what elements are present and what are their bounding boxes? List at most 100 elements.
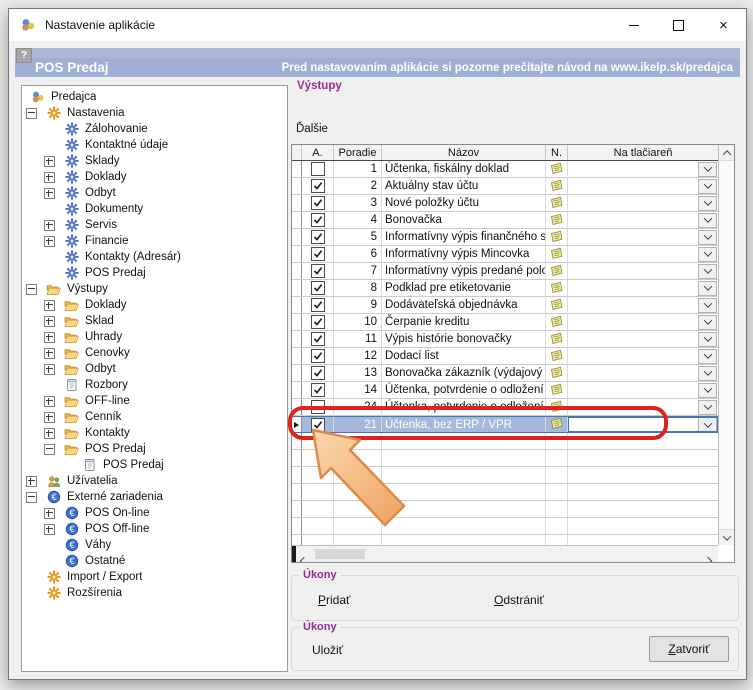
table-row[interactable]: 14Účtenka, potvrdenie o odložení [292,382,718,399]
tree-item[interactable]: €POS Off-line [22,521,287,537]
row-checkbox[interactable] [311,332,325,346]
expand-plus-icon[interactable] [44,508,55,519]
column-header-note[interactable]: N. [546,145,568,160]
tree-item[interactable]: Rozšírenia [22,585,287,601]
expand-plus-icon[interactable] [44,220,55,231]
scroll-up-button[interactable] [719,145,734,161]
collapse-minus-icon[interactable] [26,108,37,119]
tree-item[interactable]: Predajca [22,89,287,105]
tree-item[interactable]: Odbyt [22,361,287,377]
tree-item[interactable]: Financie [22,233,287,249]
horizontal-scroll-thumb[interactable] [315,549,365,559]
printer-dropdown-button[interactable] [698,298,717,313]
row-checkbox[interactable] [311,196,325,210]
tree-item[interactable]: Sklady [22,153,287,169]
expand-plus-icon[interactable] [44,316,55,327]
table-row[interactable]: 3Nové položky účtu [292,195,718,212]
tree-item[interactable]: Kontakty (Adresár) [22,249,287,265]
table-row[interactable]: 8Podklad pre etiketovanie [292,280,718,297]
row-checkbox[interactable] [311,281,325,295]
table-row[interactable]: 12Dodací list [292,348,718,365]
row-checkbox[interactable] [311,315,325,329]
printer-dropdown-button[interactable] [698,196,717,211]
expand-plus-icon[interactable] [44,332,55,343]
table-row[interactable]: 21Účtenka, bez ERP / VPR [292,416,718,433]
column-header-order[interactable]: Poradie [334,145,382,160]
collapse-minus-icon[interactable] [26,492,37,503]
printer-dropdown-button[interactable] [698,281,717,296]
collapse-minus-icon[interactable] [26,284,37,295]
tree-item[interactable]: Sklad [22,313,287,329]
tree-item[interactable]: Nastavenia [22,105,287,121]
table-row[interactable]: 2Aktuálny stav účtu [292,178,718,195]
expand-plus-icon[interactable] [44,188,55,199]
printer-dropdown-button[interactable] [698,230,717,245]
column-header-active[interactable]: A. [302,145,334,160]
expand-plus-icon[interactable] [44,300,55,311]
row-checkbox[interactable] [311,213,325,227]
vertical-scrollbar[interactable] [718,145,734,545]
tree-item[interactable]: Doklady [22,169,287,185]
scroll-down-button[interactable] [719,529,734,545]
tree-item[interactable]: Doklady [22,297,287,313]
tree-item[interactable]: Kontaktné údaje [22,137,287,153]
tree-item[interactable]: POS Predaj [22,265,287,281]
column-header-printer[interactable]: Na tlačiareň [568,145,718,160]
expand-plus-icon[interactable] [44,396,55,407]
tree-item[interactable]: Dokumenty [22,201,287,217]
table-row[interactable]: 1Účtenka, fiskálny doklad [292,161,718,178]
expand-plus-icon[interactable] [44,412,55,423]
printer-dropdown-button[interactable] [698,349,717,364]
collapse-minus-icon[interactable] [44,444,55,455]
tree-item[interactable]: €POS On-line [22,505,287,521]
tree-item[interactable]: Užívatelia [22,473,287,489]
row-checkbox[interactable] [311,298,325,312]
help-button[interactable]: ? [16,48,32,63]
table-row[interactable]: 24Účtenka, potvrdenie o odložení - r [292,399,718,416]
expand-plus-icon[interactable] [44,428,55,439]
printer-dropdown-button[interactable] [698,383,717,398]
printer-dropdown-button[interactable] [698,417,717,432]
table-row[interactable]: 6Informatívny výpis Mincovka [292,246,718,263]
printer-dropdown-button[interactable] [698,332,717,347]
tree-item[interactable]: Import / Export [22,569,287,585]
column-header-name[interactable]: Názov [382,145,546,160]
row-checkbox[interactable] [311,264,325,278]
row-checkbox[interactable] [311,230,325,244]
expand-plus-icon[interactable] [26,476,37,487]
minimize-button[interactable] [611,9,656,41]
close-dialog-button[interactable]: Zatvoriť [649,636,729,662]
row-checkbox[interactable] [311,179,325,193]
expand-plus-icon[interactable] [44,364,55,375]
table-row[interactable]: 7Informatívny výpis predané položk [292,263,718,280]
printer-dropdown-button[interactable] [698,366,717,381]
table-row[interactable]: 5Informatívny výpis finančného sta [292,229,718,246]
tree-item[interactable]: Zálohovanie [22,121,287,137]
expand-plus-icon[interactable] [44,172,55,183]
expand-plus-icon[interactable] [44,348,55,359]
tree-item[interactable]: €Váhy [22,537,287,553]
remove-button[interactable]: Odstrániť [494,593,544,607]
expand-plus-icon[interactable] [44,156,55,167]
table-row[interactable]: 9Dodávateľská objednávka [292,297,718,314]
save-button[interactable]: Uložiť [312,643,343,657]
tree-item[interactable]: Kontakty [22,425,287,441]
expand-plus-icon[interactable] [44,524,55,535]
row-checkbox[interactable] [311,400,325,414]
tree-item[interactable]: POS Predaj [22,441,287,457]
row-checkbox[interactable] [311,366,325,380]
tree-item[interactable]: POS Predaj [22,457,287,473]
scroll-left-button[interactable] [301,551,307,563]
expand-plus-icon[interactable] [44,236,55,247]
add-button[interactable]: Pridať [318,593,351,607]
tree-item[interactable]: Cenník [22,409,287,425]
horizontal-scrollbar[interactable] [292,545,718,562]
printer-dropdown-button[interactable] [698,400,717,415]
row-checkbox[interactable] [311,418,325,432]
table-row[interactable]: 13Bonovačka zákazník (výdajový lís [292,365,718,382]
row-checkbox[interactable] [311,383,325,397]
row-checkbox[interactable] [311,349,325,363]
tree-item[interactable]: Výstupy [22,281,287,297]
printer-dropdown-button[interactable] [698,264,717,279]
table-row[interactable]: 10Čerpanie kreditu [292,314,718,331]
